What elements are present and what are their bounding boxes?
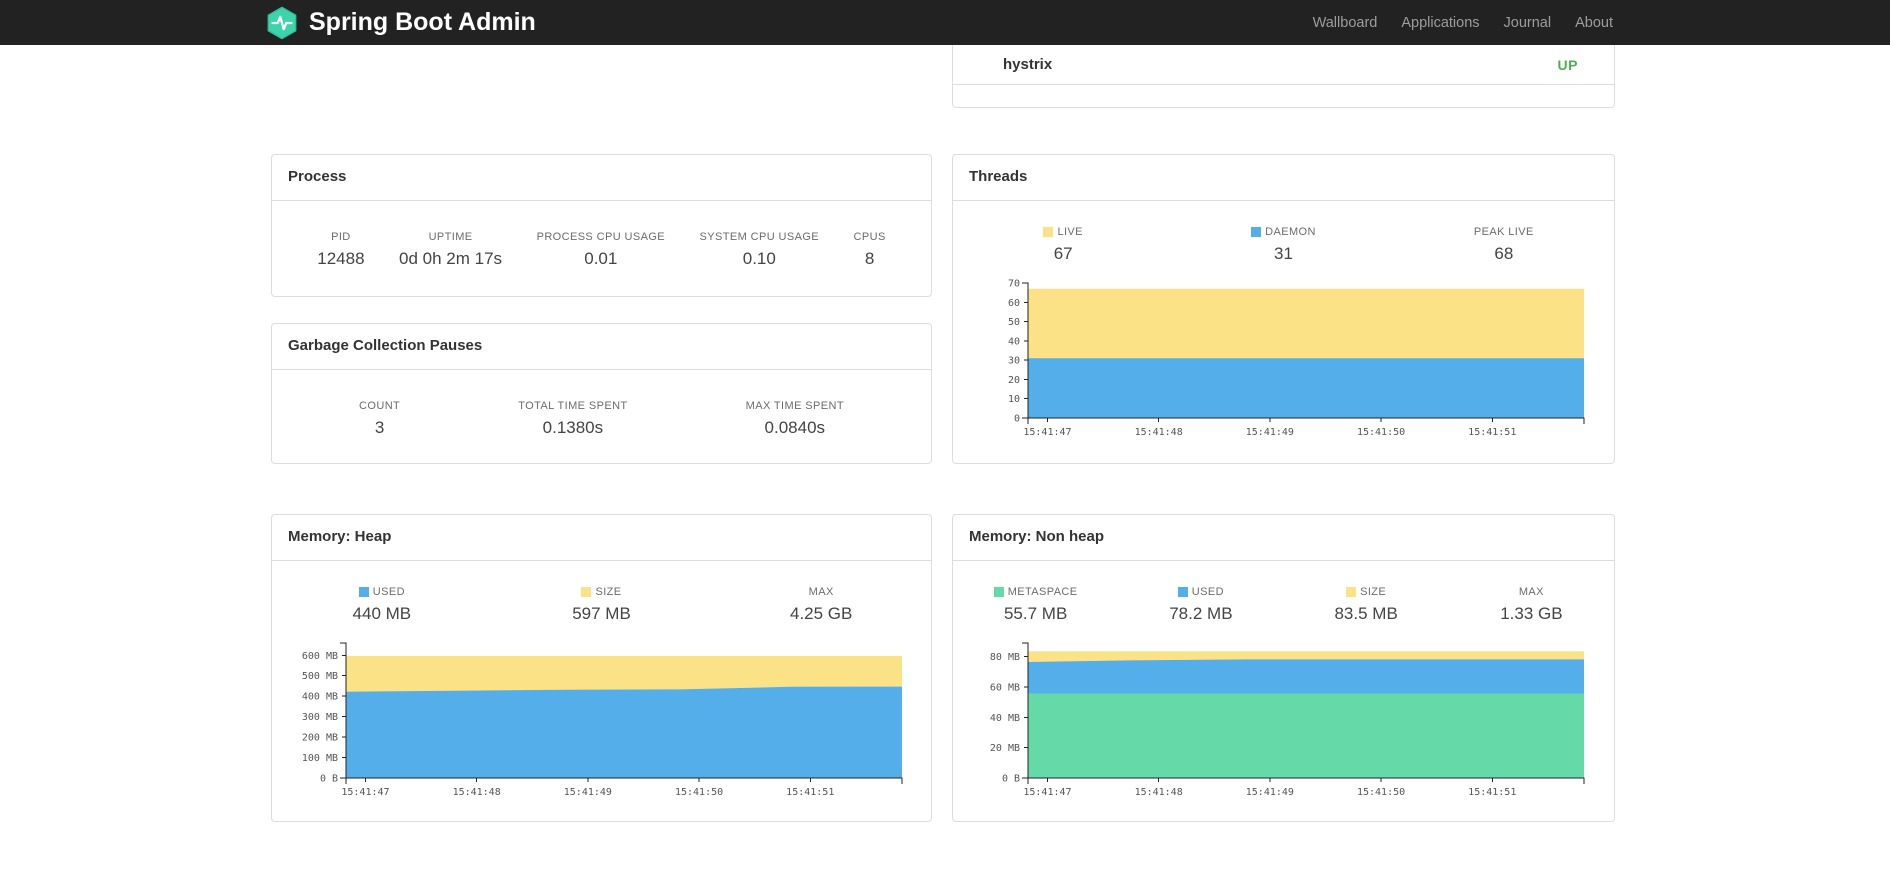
svg-text:15:41:48: 15:41:48 xyxy=(1134,427,1182,438)
svg-text:400 MB: 400 MB xyxy=(301,692,337,703)
stat-uptime: UPTIME 0d 0h 2m 17s xyxy=(399,230,503,268)
svg-text:15:41:47: 15:41:47 xyxy=(1023,787,1071,798)
svg-text:40: 40 xyxy=(1007,336,1019,347)
svg-text:10: 10 xyxy=(1007,394,1019,405)
nav-item-about[interactable]: About xyxy=(1563,15,1625,31)
gc-panel-title: Garbage Collection Pauses xyxy=(272,324,931,370)
memory-nonheap-chart: 0 B 20 MB 40 MB 60 MB 80 MB 15:41:47 15:41:48 1… xyxy=(978,636,1590,810)
svg-text:15:41:49: 15:41:49 xyxy=(563,787,611,798)
stat-gc-total-time: TOTAL TIME SPENT 0.1380s xyxy=(518,399,628,437)
svg-text:15:41:51: 15:41:51 xyxy=(786,787,834,798)
svg-text:200 MB: 200 MB xyxy=(301,733,337,744)
svg-text:0: 0 xyxy=(1013,414,1019,425)
svg-text:70: 70 xyxy=(1007,279,1019,290)
gc-stats: COUNT 3 TOTAL TIME SPENT 0.1380s MAX TIM… xyxy=(272,370,931,466)
nav-links: Wallboard Applications Journal About xyxy=(1301,15,1625,31)
stat-system-cpu-usage: SYSTEM CPU USAGE 0.10 xyxy=(699,230,820,268)
threads-panel: Threads LIVE 67 DAEMON 31 PEAK LIVE 68 0… xyxy=(952,154,1615,464)
svg-text:0 B: 0 B xyxy=(1001,774,1019,785)
legend-swatch-live xyxy=(1043,227,1054,237)
memory-nonheap-panel: Memory: Non heap METASPACE 55.7 MB USED … xyxy=(952,514,1615,822)
legend-nonheap-used: USED 78.2 MB xyxy=(1169,586,1233,623)
legend-heap-used: USED 440 MB xyxy=(352,586,412,623)
legend-live: LIVE 67 xyxy=(953,225,1173,264)
threads-legend: LIVE 67 DAEMON 31 PEAK LIVE 68 xyxy=(953,225,1614,264)
legend-nonheap-size: SIZE 83.5 MB xyxy=(1334,586,1398,623)
process-panel-title: Process xyxy=(272,155,931,201)
svg-text:50: 50 xyxy=(1007,317,1019,328)
nav-item-applications[interactable]: Applications xyxy=(1389,15,1491,31)
process-stats: PID 12488 UPTIME 0d 0h 2m 17s PROCESS CP… xyxy=(272,201,931,297)
svg-text:15:41:47: 15:41:47 xyxy=(1023,427,1071,438)
svg-text:30: 30 xyxy=(1007,356,1019,367)
nav-item-journal[interactable]: Journal xyxy=(1492,15,1564,31)
svg-text:20 MB: 20 MB xyxy=(989,743,1019,754)
nav-item-wallboard[interactable]: Wallboard xyxy=(1301,15,1390,31)
legend-swatch-daemon xyxy=(1251,227,1262,237)
legend-heap-size: SIZE 597 MB xyxy=(572,586,631,623)
svg-text:600 MB: 600 MB xyxy=(301,651,337,662)
svg-text:60 MB: 60 MB xyxy=(989,682,1019,693)
application-name[interactable]: hystrix xyxy=(1003,56,1052,73)
status-badge: UP xyxy=(1557,57,1578,73)
svg-text:100 MB: 100 MB xyxy=(301,753,337,764)
svg-text:15:41:48: 15:41:48 xyxy=(1134,787,1182,798)
gc-panel: Garbage Collection Pauses COUNT 3 TOTAL … xyxy=(271,323,932,464)
brand-title: Spring Boot Admin xyxy=(309,8,536,36)
legend-metaspace: METASPACE 55.7 MB xyxy=(953,585,1118,624)
process-panel: Process PID 12488 UPTIME 0d 0h 2m 17s PR… xyxy=(271,154,932,297)
nonheap-legend: METASPACE 55.7 MB USED 78.2 MB SIZE 83.5… xyxy=(953,585,1614,624)
svg-text:15:41:50: 15:41:50 xyxy=(674,787,722,798)
memory-heap-chart: 0 B 100 MB 200 MB 300 MB 400 MB 500 MB 600 MB 1… xyxy=(296,636,908,810)
legend-swatch-heap-size xyxy=(581,587,592,597)
legend-daemon: DAEMON 31 xyxy=(1173,225,1393,264)
memory-heap-panel: Memory: Heap USED 440 MB SIZE 597 MB MAX… xyxy=(271,514,932,822)
legend-heap-max: MAX 4.25 GB xyxy=(789,586,853,623)
navbar: Spring Boot Admin Wallboard Applications… xyxy=(0,0,1890,45)
svg-text:15:41:48: 15:41:48 xyxy=(452,787,500,798)
svg-text:15:41:51: 15:41:51 xyxy=(1468,787,1516,798)
svg-text:60: 60 xyxy=(1007,298,1019,309)
svg-text:20: 20 xyxy=(1007,375,1019,386)
stat-cpus: CPUS 8 xyxy=(853,230,886,268)
svg-text:300 MB: 300 MB xyxy=(301,712,337,723)
svg-text:15:41:51: 15:41:51 xyxy=(1468,427,1516,438)
navbar-container: Spring Boot Admin Wallboard Applications… xyxy=(265,0,1625,45)
threads-chart: 0 10 20 30 40 50 60 70 15:41:47 15:41:48 15:41:49 1… xyxy=(978,276,1590,450)
spring-boot-admin-logo-icon xyxy=(265,6,299,40)
svg-text:15:41:49: 15:41:49 xyxy=(1245,427,1293,438)
svg-text:500 MB: 500 MB xyxy=(301,671,337,682)
stat-gc-count: COUNT 3 xyxy=(359,399,401,437)
threads-panel-title: Threads xyxy=(953,155,1614,201)
svg-text:15:41:50: 15:41:50 xyxy=(1356,427,1404,438)
heap-legend: USED 440 MB SIZE 597 MB MAX 4.25 GB xyxy=(272,585,931,624)
svg-text:0 B: 0 B xyxy=(319,774,337,785)
brand[interactable]: Spring Boot Admin xyxy=(265,6,536,40)
memory-heap-panel-title: Memory: Heap xyxy=(272,515,931,561)
svg-text:80 MB: 80 MB xyxy=(989,652,1019,663)
legend-swatch-nonheap-used xyxy=(1177,587,1188,597)
legend-peak-live: PEAK LIVE 68 xyxy=(1473,226,1534,263)
legend-swatch-nonheap-size xyxy=(1346,587,1357,597)
svg-text:15:41:49: 15:41:49 xyxy=(1245,787,1293,798)
svg-text:15:41:47: 15:41:47 xyxy=(341,787,389,798)
stat-gc-max-time: MAX TIME SPENT 0.0840s xyxy=(745,399,844,437)
svg-text:15:41:50: 15:41:50 xyxy=(1356,787,1404,798)
legend-swatch-metaspace xyxy=(993,587,1004,597)
stat-process-cpu-usage: PROCESS CPU USAGE 0.01 xyxy=(536,230,666,268)
page: Spring Boot Admin Wallboard Applications… xyxy=(0,0,1890,892)
stat-pid: PID 12488 xyxy=(317,230,365,268)
legend-swatch-heap-used xyxy=(358,587,369,597)
svg-text:40 MB: 40 MB xyxy=(989,713,1019,724)
legend-nonheap-max: MAX 1.33 GB xyxy=(1500,586,1563,623)
memory-nonheap-panel-title: Memory: Non heap xyxy=(953,515,1614,561)
